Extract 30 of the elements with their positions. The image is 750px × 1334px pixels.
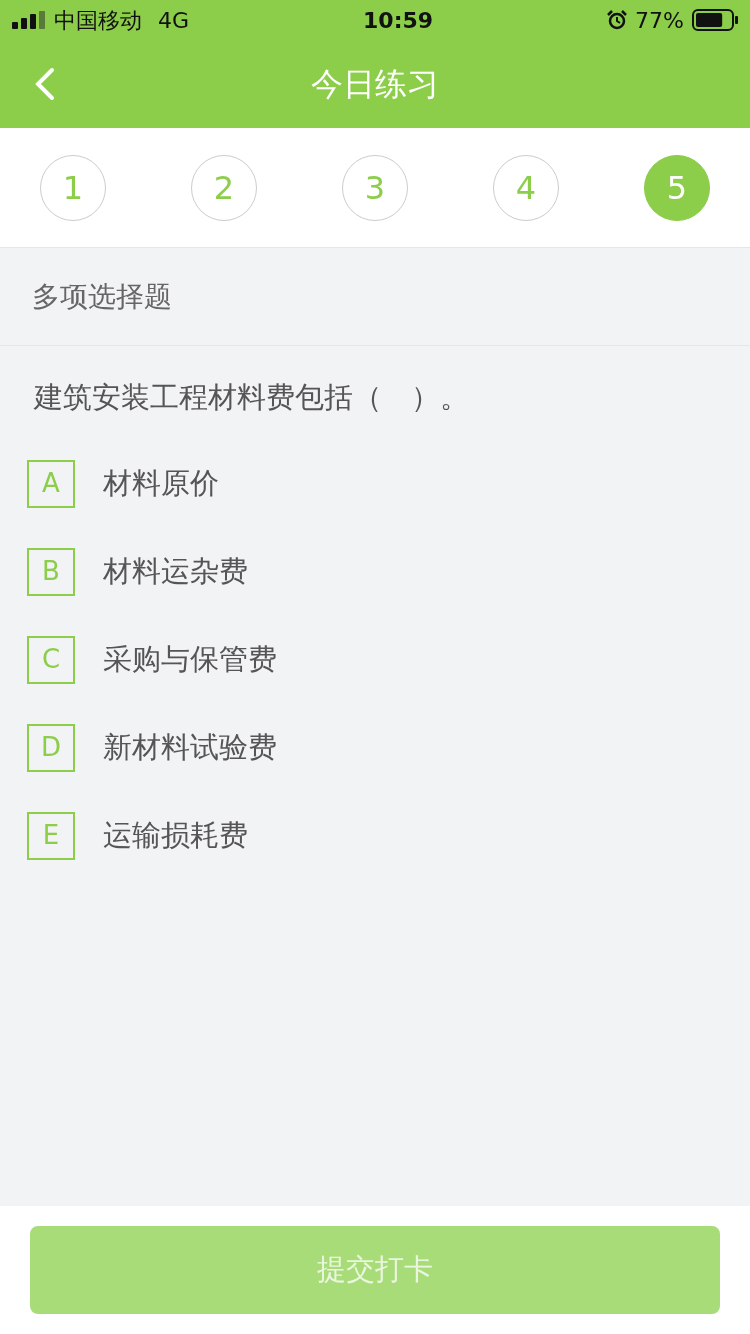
option-text: 新材料试验费 xyxy=(103,728,277,766)
question-type: 多项选择题 xyxy=(32,278,172,315)
battery-icon xyxy=(692,9,738,31)
question-number-tab[interactable]: 2 xyxy=(191,154,257,221)
page-title: 今日练习 xyxy=(311,64,439,105)
option-letter: B xyxy=(27,547,75,596)
option-letter: D xyxy=(27,723,75,772)
question-text: 建筑安装工程材料费包括（ ）。 xyxy=(32,379,470,416)
signal-icon xyxy=(12,11,46,29)
question-number-tab[interactable]: 3 xyxy=(342,154,408,221)
status-time: 10:59 xyxy=(362,6,435,35)
answer-option[interactable]: E 运输损耗费 xyxy=(27,811,248,860)
option-text: 材料原价 xyxy=(103,464,219,502)
answer-option[interactable]: A 材料原价 xyxy=(27,459,219,508)
network-type: 4G xyxy=(158,6,190,35)
option-text: 材料运杂费 xyxy=(103,552,248,590)
option-letter: C xyxy=(27,635,75,684)
answer-option[interactable]: D 新材料试验费 xyxy=(27,723,277,772)
option-letter: E xyxy=(27,811,75,860)
option-text: 运输损耗费 xyxy=(103,816,248,854)
battery-percent: 77% xyxy=(635,6,684,35)
option-letter: A xyxy=(27,459,75,508)
question-number-tab[interactable]: 1 xyxy=(40,154,106,221)
carrier-name: 中国移动 xyxy=(54,6,142,35)
alarm-icon xyxy=(607,10,628,30)
answer-option[interactable]: C 采购与保管费 xyxy=(27,635,277,684)
question-number-tab[interactable]: 5 xyxy=(644,154,710,221)
answer-option[interactable]: B 材料运杂费 xyxy=(27,547,248,596)
option-text: 采购与保管费 xyxy=(103,640,277,678)
question-number-tab[interactable]: 4 xyxy=(493,154,559,221)
